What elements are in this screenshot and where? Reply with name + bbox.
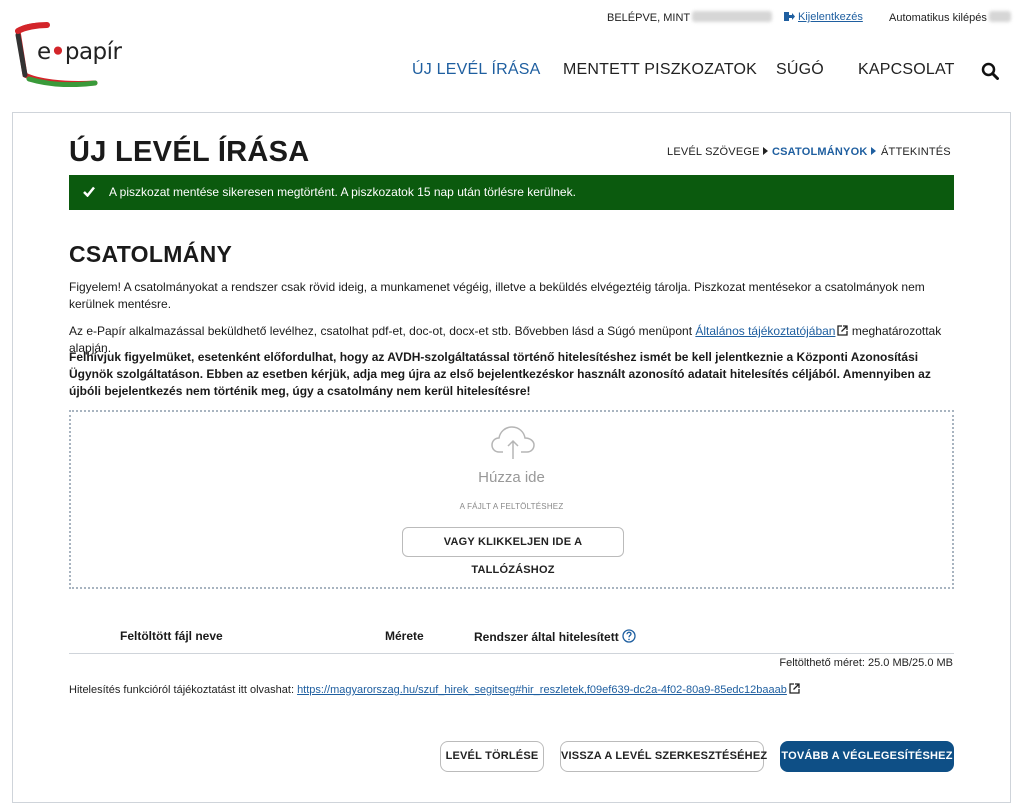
auth-info-text: Hitelesítés funkcióról tájékoztatást itt… [69,684,298,696]
delete-letter-button[interactable]: LEVÉL TÖRLÉSE [440,741,544,772]
info-text-before: Az e-Papír alkalmazással beküldhető levé… [69,324,696,338]
nav-contact[interactable]: KAPCSOLAT [858,61,955,79]
alert-message: A piszkozat mentése sikeresen megtörtént… [109,185,576,199]
main-nav: ÚJ LEVÉL ÍRÁSA MENTETT PISZKOZATOK SÚGÓ … [0,61,1024,83]
success-alert: A piszkozat mentése sikeresen megtörtént… [69,175,954,210]
dropzone-subtitle: A FÁJLT A FELTÖLTÉSHEZ [459,502,564,511]
continue-to-finalize-button[interactable]: TOVÁBB A VÉGLEGESÍTÉSHEZ [780,741,954,772]
auto-logout-info: Automatikus kilépés [889,11,1011,24]
auth-info-link[interactable]: https://magyarorszag.hu/szuf_hirek_segit… [297,684,787,696]
section-title: CSATOLMÁNY [69,241,233,267]
wizard-steps: LEVÉL SZÖVEGE CSATOLMÁNYOK ÁTTEKINTÉS [0,146,1024,160]
uploaded-files-table-header: Feltöltött fájl neve Mérete Rendszer ált… [0,629,1024,645]
nav-help[interactable]: SÚGÓ [776,61,824,79]
search-icon[interactable] [981,62,999,80]
external-link-icon [789,683,800,694]
col-system-authenticated: Rendszer által hitelesített [474,629,636,644]
top-bar: BELÉPVE, MINT Kijelentkezés Automatikus … [0,11,1024,25]
avdh-notice-paragraph: Felhívjuk figyelmüket, esetenként előfor… [69,350,931,398]
step-label: CSATOLMÁNYOK [772,146,868,158]
upload-size-info: Feltölthető méret: 25.0 MB/25.0 MB [779,657,953,669]
step-overview[interactable]: ÁTTEKINTÉS [881,146,951,158]
warning-paragraph: Figyelem! A csatolmányokat a rendszer cs… [69,280,925,311]
browse-button[interactable]: VAGY KLIKKELJEN IDE A TALLÓZÁSHOZ [402,527,624,576]
chevron-right-icon [870,147,876,155]
logout-label: Kijelentkezés [798,11,863,23]
step-attachments[interactable]: CSATOLMÁNYOK [772,146,876,158]
help-icon[interactable] [622,629,636,643]
logout-icon [784,12,795,21]
table-divider [69,653,954,654]
auto-logout-label: Automatikus kilépés [889,12,987,24]
file-dropzone[interactable]: Húzza ide A FÁJLT A FELTÖLTÉSHEZ VAGY KL… [69,410,954,589]
nav-saved-drafts[interactable]: MENTETT PISZKOZATOK [563,61,757,79]
back-to-edit-button[interactable]: VISSZA A LEVÉL SZERKESZTÉSÉHEZ [560,741,767,772]
step-label: LEVÉL SZÖVEGE [667,146,760,158]
external-link-icon [837,325,849,336]
logout-link[interactable]: Kijelentkezés [784,11,863,23]
general-info-link[interactable]: Általános tájékoztatójában [695,324,835,338]
col-auth-label: Rendszer által hitelesített [474,630,619,644]
logged-in-info: BELÉPVE, MINT [607,11,773,24]
auth-info: Hitelesítés funkcióról tájékoztatást itt… [69,683,800,696]
chevron-right-icon [762,147,768,155]
step-label: ÁTTEKINTÉS [881,146,951,158]
check-icon [83,186,95,197]
col-file-size: Mérete [385,629,424,643]
username-redacted [692,11,773,22]
auto-logout-timer-redacted [988,11,1011,22]
col-file-name: Feltöltött fájl neve [120,629,223,643]
logged-in-label: BELÉPVE, MINT [607,12,691,24]
cloud-upload-icon [491,426,535,459]
step-letter-text[interactable]: LEVÉL SZÖVEGE [667,146,768,158]
dropzone-title: Húzza ide [478,469,545,486]
nav-new-letter[interactable]: ÚJ LEVÉL ÍRÁSA [412,61,540,79]
